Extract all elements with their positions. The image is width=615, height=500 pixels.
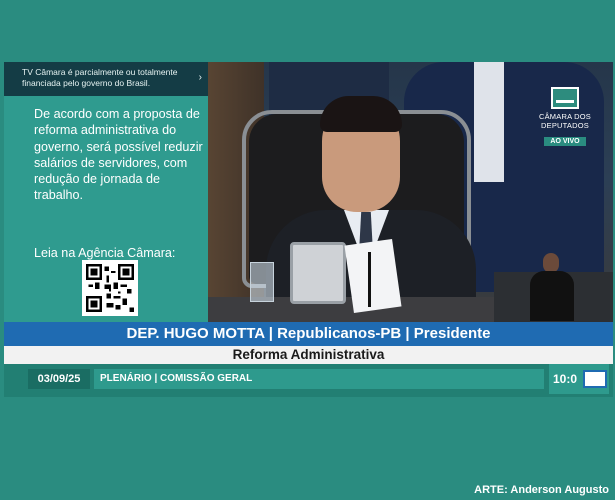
camara-logo-icon — [583, 370, 607, 388]
date-label: 03/09/25 — [28, 369, 90, 389]
funding-notice-text: TV Câmara é parcialmente ou totalmente f… — [22, 67, 178, 88]
clock: 10:0 — [549, 364, 609, 394]
paper-sheet — [344, 238, 402, 314]
panel-body-text: De acordo com a proposta de reforma admi… — [34, 107, 203, 203]
tablet — [290, 242, 346, 304]
qr-code-icon[interactable] — [82, 260, 138, 316]
logo-line2: DEPUTADOS — [541, 121, 589, 130]
live-badge: AO VIVO — [544, 137, 586, 146]
logo-line1: CÂMARA DOS — [538, 112, 591, 121]
background-shirt — [474, 62, 504, 182]
camara-logo-icon — [551, 87, 579, 109]
sign-language-interpreter — [524, 247, 580, 322]
art-credit: ARTE: Anderson Augusto — [474, 484, 609, 496]
speaker-hair — [320, 96, 402, 132]
video-frame: TV Câmara é parcialmente ou totalmente f… — [4, 62, 613, 397]
speaker-name-bar: DEP. HUGO MOTTA | Republicanos-PB | Pres… — [4, 322, 613, 346]
footer-bar: 03/09/25 PLENÁRIO | COMISSÃO GERAL 10:0 — [4, 364, 613, 397]
subject-bar: Reforma Administrativa — [4, 346, 613, 364]
microphone — [368, 252, 371, 307]
funding-notice[interactable]: TV Câmara é parcialmente ou totalmente f… — [4, 62, 208, 96]
clock-text: 10:0 — [553, 372, 578, 386]
location-label: PLENÁRIO | COMISSÃO GERAL — [94, 369, 544, 389]
interpreter-body — [530, 271, 574, 321]
camara-logo: CÂMARA DOS DEPUTADOS AO VIVO — [526, 87, 604, 148]
water-glass — [250, 262, 274, 302]
info-panel: TV Câmara é parcialmente ou totalmente f… — [4, 62, 208, 324]
agency-link-label: Leia na Agência Câmara: — [34, 246, 176, 260]
interpreter-head — [543, 253, 559, 273]
chevron-right-icon[interactable]: › — [199, 72, 202, 83]
